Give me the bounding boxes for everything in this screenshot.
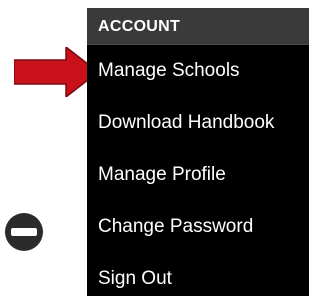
red-arrow-right-icon xyxy=(14,47,98,97)
menu-section-header: ACCOUNT xyxy=(87,8,309,45)
menu-item-label: Manage Schools xyxy=(98,60,240,81)
menu-item-label: Sign Out xyxy=(98,268,172,289)
menu-item-change-password[interactable]: Change Password xyxy=(87,202,309,254)
menu-item-manage-profile[interactable]: Manage Profile xyxy=(87,150,309,202)
menu-item-label: Download Handbook xyxy=(98,112,275,133)
menu-item-manage-schools[interactable]: Manage Schools xyxy=(87,46,309,98)
minus-circle-icon[interactable] xyxy=(2,210,46,254)
menu-item-label: Change Password xyxy=(98,216,254,237)
menu-item-sign-out[interactable]: Sign Out xyxy=(87,254,309,296)
screenshot-stage: ACCOUNT Manage Schools Download Handbook… xyxy=(0,0,311,296)
menu-item-label: Manage Profile xyxy=(98,164,226,185)
menu-item-download-handbook[interactable]: Download Handbook xyxy=(87,98,309,150)
account-menu: ACCOUNT Manage Schools Download Handbook… xyxy=(87,8,309,296)
menu-section-header-label: ACCOUNT xyxy=(98,18,181,35)
